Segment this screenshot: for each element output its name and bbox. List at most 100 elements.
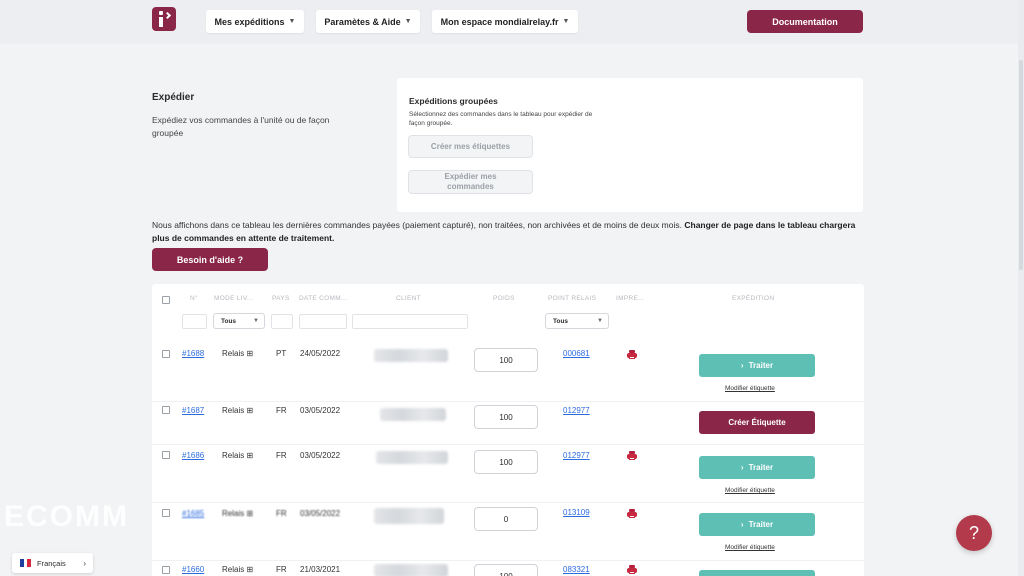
order-date: 03/05/2022 [300,509,341,518]
help-fab-button[interactable]: ? [956,515,992,551]
mondial-relay-logo-icon[interactable] [152,7,176,31]
chevron-right-icon: › [740,463,744,472]
header-client: Client [396,295,421,302]
language-selector[interactable]: Français › [12,553,93,573]
process-button[interactable]: › Traiter [699,354,815,377]
select-all-checkbox[interactable] [162,296,170,304]
modify-label-link[interactable]: Modifier étiquette [725,487,775,494]
info-text: Nous affichons dans ce tableau les derni… [152,220,856,243]
filter-num-input[interactable] [182,314,207,329]
orders-table: N° Mode liv... Pays Date comm... Client … [152,284,864,576]
row-divider [152,502,864,503]
header-num: N° [190,295,198,302]
row-divider [152,401,864,402]
relay-icon: ⊞ [246,406,254,415]
filter-point-select[interactable]: Tous ▼ [545,313,609,329]
row-checkbox[interactable] [162,406,170,414]
relay-point-link[interactable]: 013109 [563,508,590,517]
order-date: 21/03/2021 [300,565,341,574]
printer-icon[interactable] [627,565,637,574]
header-poids: Poids [493,295,515,302]
row-checkbox[interactable] [162,509,170,517]
client-blurred [374,349,448,362]
relay-point-link[interactable]: 000681 [563,349,590,358]
printer-icon[interactable] [627,350,637,359]
order-number-link[interactable]: #1660 [182,565,204,574]
section-description: Expédiez vos commandes à l'unité ou de f… [152,115,330,138]
relay-icon: ⊞ [246,565,254,574]
order-date: 24/05/2022 [300,349,341,358]
order-number-link[interactable]: #1686 [182,451,204,460]
country: FR [276,565,287,574]
delivery-mode: Relais ⊞ [222,565,254,574]
nav-parametres-aide[interactable]: Paramètes & Aide ▼ [316,10,420,33]
caret-down-icon: ▼ [562,18,570,25]
filter-date-input[interactable] [299,314,347,329]
client-blurred [374,508,444,524]
weight-input[interactable]: 0 [474,507,538,531]
delivery-mode: Relais ⊞ [222,406,254,415]
header-point-relais: Point relais [548,295,597,302]
printer-icon[interactable] [627,451,637,460]
header-pays: Pays [272,295,290,302]
help-button[interactable]: Besoin d'aide ? [152,248,268,271]
printer-icon[interactable] [627,509,637,518]
modify-label-link[interactable]: Modifier étiquette [725,385,775,392]
caret-down-icon: ▼ [404,18,412,25]
scrollbar-thumb[interactable] [1019,60,1023,270]
delivery-mode: Relais ⊞ [222,509,254,518]
delivery-mode: Relais ⊞ [222,451,254,460]
order-date: 03/05/2022 [300,451,341,460]
ship-orders-button[interactable]: Expédier mes commandes [408,170,533,194]
row-checkbox[interactable] [162,350,170,358]
weight-input[interactable]: 100 [474,405,538,429]
modify-label-link[interactable]: Modifier étiquette [725,544,775,551]
delivery-mode: Relais ⊞ [222,349,254,358]
weight-input[interactable]: 100 [474,450,538,474]
relay-point-link[interactable]: 083321 [563,565,590,574]
country: FR [276,451,287,460]
weight-input[interactable]: 100 [474,348,538,372]
client-blurred [380,408,446,421]
relay-point-link[interactable]: 012977 [563,406,590,415]
order-number-link[interactable]: #1688 [182,349,204,358]
create-label-button[interactable]: Créer Étiquette [699,411,815,434]
table-row: #1660 Relais ⊞ FR 21/03/2021 100 083321 [152,564,864,576]
filter-mode-select[interactable]: Tous ▼ [213,313,265,329]
order-number-link[interactable]: #1687 [182,406,204,415]
chevron-down-icon: ▼ [253,318,259,324]
country: FR [276,406,287,415]
french-flag-icon [20,559,32,567]
table-row: #1685 Relais ⊞ FR 03/05/2022 0 013109 › T… [152,506,864,561]
header-date: Date comm... [299,295,348,302]
process-button[interactable]: › Traiter [699,456,815,479]
chevron-right-icon: › [740,361,744,370]
table-row: #1687 Relais ⊞ FR 03/05/2022 100 012977 … [152,404,864,444]
row-divider [152,444,864,445]
order-number-link[interactable]: #1685 [182,509,204,518]
filter-pays-input[interactable] [271,314,293,329]
table-row: #1688 Relais ⊞ PT 24/05/2022 100 000681 … [152,346,864,401]
filter-client-input[interactable] [352,314,468,329]
process-button[interactable] [699,570,815,576]
header-expedition: Expédition [732,295,775,302]
documentation-button[interactable]: Documentation [747,10,863,33]
weight-input[interactable]: 100 [474,564,538,576]
relay-icon: ⊞ [246,509,254,518]
create-labels-button[interactable]: Créer mes étiquettes [408,135,533,158]
caret-down-icon: ▼ [288,18,296,25]
order-date: 03/05/2022 [300,406,341,415]
row-checkbox[interactable] [162,566,170,574]
client-blurred [376,451,448,464]
process-button[interactable]: › Traiter [699,513,815,536]
table-row: #1686 Relais ⊞ FR 03/05/2022 100 012977 … [152,448,864,503]
relay-point-link[interactable]: 012977 [563,451,590,460]
header-mode: Mode liv... [214,295,254,302]
nav-mon-espace[interactable]: Mon espace mondialrelay.fr ▼ [432,10,578,33]
nav-mes-expeditions[interactable]: Mes expéditions ▼ [206,10,304,33]
country: FR [276,509,287,518]
relay-icon: ⊞ [246,451,254,460]
row-divider [152,560,864,561]
grouped-description: Sélectionnez des commandes dans le table… [409,111,593,127]
row-checkbox[interactable] [162,451,170,459]
